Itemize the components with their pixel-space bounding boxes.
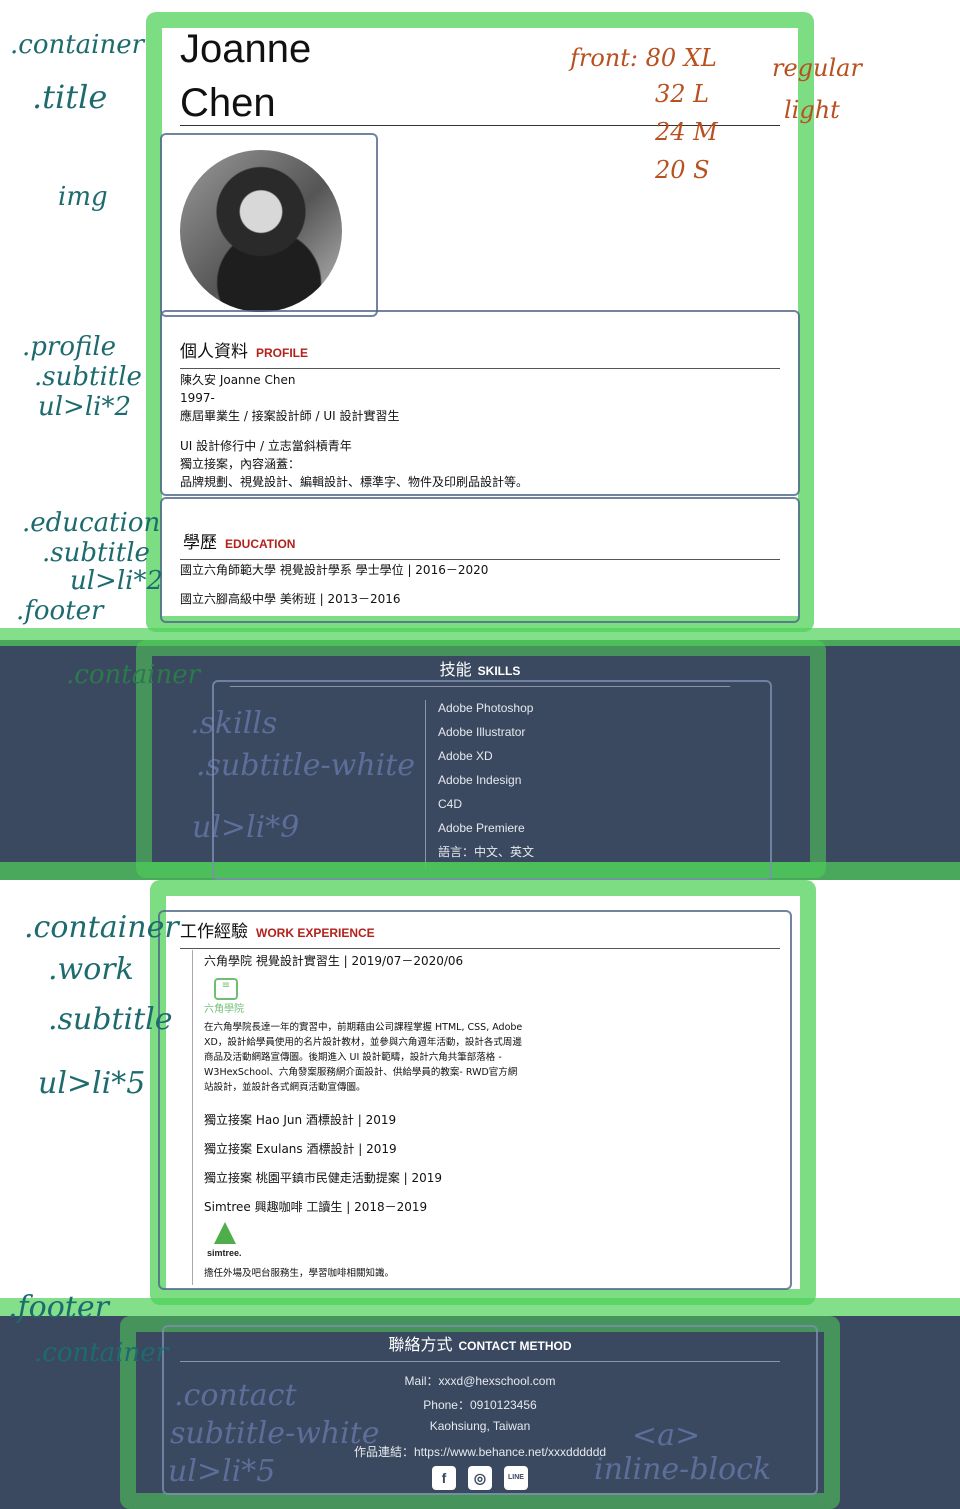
note-regular: regular (772, 54, 862, 82)
work-item: 獨立接案 Exulans 酒標設計 | 2019 (204, 1142, 397, 1156)
note-light: light (784, 96, 840, 124)
contact-subtitle: 聯絡方式 CONTACT METHOD (180, 1331, 780, 1362)
profile-subtitle: 個人資料 PROFILE (180, 337, 780, 369)
note-skills: .skills (190, 706, 278, 741)
note-img: img (58, 182, 108, 212)
highlight-band (0, 1298, 960, 1316)
page-title: Joanne Chen (180, 22, 311, 130)
work-description: 在六角學院長達一年的實習中，前期藉由公司課程掌握 HTML, CSS, Adob… (204, 1022, 523, 1093)
simtree-logo-label: simtree. (207, 1248, 242, 1258)
contact-title-zh: 聯絡方式 (388, 1335, 453, 1354)
education-item: 國立六角師範大學 視覺設計學系 學士學位 | 2016－2020 (180, 563, 489, 577)
education-title-en: EDUCATION (225, 537, 296, 551)
note-ul-li-9: ul>li*9 (192, 810, 300, 845)
note-title: .title (32, 78, 108, 116)
note-ul-li-2b: ul>li*2 (70, 566, 164, 596)
note-contact-subtitle: subtitle-white (170, 1416, 380, 1451)
note-inline-block: inline-block (594, 1452, 772, 1487)
education-subtitle: 學歷 EDUCATION (180, 528, 780, 560)
simtree-logo (214, 1222, 236, 1244)
work-item: 六角學院 視覺設計實習生 | 2019/07－2020/06 (204, 954, 464, 968)
instagram-icon[interactable]: ◎ (468, 1466, 492, 1490)
skill-item: 語言：中文、英文 (438, 845, 535, 859)
skills-title-en: SKILLS (477, 664, 521, 678)
profile-line: 1997- (180, 391, 215, 405)
profile-line: 品牌規劃、視覺設計、編輯設計、標準字、物件及印刷品設計等。 (180, 475, 529, 489)
skill-item: Adobe Photoshop (438, 701, 534, 715)
skills-list: Adobe Photoshop Adobe Illustrator Adobe … (425, 700, 534, 868)
note-edu-subtitle: .subtitle (42, 538, 150, 568)
work-item: Simtree 興趣咖啡 工讀生 | 2018－2019 (204, 1200, 428, 1214)
note-work-subtitle: .subtitle (48, 1002, 173, 1037)
note-font-2: 32 L (655, 80, 710, 108)
contact-title-en: CONTACT METHOD (458, 1339, 572, 1353)
education-title-zh: 學歷 (183, 533, 217, 553)
avatar (180, 150, 342, 312)
skills-title-zh: 技能 (439, 660, 472, 679)
profile-list-1: 陳久安 Joanne Chen 1997- 應屆畢業生 / 接案設計師 / UI… (180, 371, 399, 425)
education-item: 國立六腳高級中學 美術班 | 2013－2016 (180, 592, 401, 606)
note-contact: .contact (174, 1378, 297, 1413)
note-font-4: 20 S (655, 156, 710, 184)
note-container: .container (10, 30, 145, 60)
note-skills-container: .container (66, 660, 201, 690)
note-a-tag: <a> (632, 1418, 701, 1453)
skill-item: Adobe Premiere (438, 821, 525, 835)
note-ul-li-2: ul>li*2 (38, 392, 132, 422)
profile-line: 應屆畢業生 / 接案設計師 / UI 設計實習生 (180, 409, 400, 423)
note-font-3: 24 M (655, 118, 718, 146)
skills-subtitle: 技能 SKILLS (230, 656, 730, 687)
work-title-zh: 工作經驗 (180, 922, 248, 942)
work-subtitle: 工作經驗 WORK EXPERIENCE (180, 917, 780, 949)
note-footer-2: .footer (8, 1290, 109, 1325)
profile-line: UI 設計修行中 / 立志當斜槓青年 (180, 439, 352, 453)
profile-title-zh: 個人資料 (180, 342, 248, 362)
hexschool-logo-label: 六角學院 (204, 1004, 244, 1015)
note-subtitle-white: .subtitle-white (196, 748, 416, 783)
note-ul-li-5: ul>li*5 (38, 1066, 146, 1101)
note-footer-container: .container (34, 1338, 169, 1368)
name-line-1: Joanne (180, 27, 312, 71)
note-subtitle: .subtitle (34, 362, 142, 392)
profile-line: 獨立接案，內容涵蓋： (180, 457, 301, 471)
note-work: .work (48, 952, 134, 987)
note-profile: .profile (22, 332, 117, 362)
note-footer: .footer (16, 596, 104, 626)
work-description: 擔任外場及吧台服務生，學習咖啡相關知識。 (204, 1268, 395, 1279)
facebook-icon[interactable]: f (432, 1466, 456, 1490)
hexschool-logo: ≡ (214, 978, 238, 1000)
skill-item: Adobe Indesign (438, 773, 522, 787)
skill-item: Adobe XD (438, 749, 493, 763)
skill-item: C4D (438, 797, 463, 811)
note-font-1: front: 80 XL (570, 44, 717, 72)
work-item: 獨立接案 Hao Jun 酒標設計 | 2019 (204, 1113, 397, 1127)
name-line-2: Chen (180, 81, 276, 125)
work-item: 獨立接案 桃園平鎮市民健走活動提案 | 2019 (204, 1171, 443, 1185)
note-ul-li-5b: ul>li*5 (168, 1454, 276, 1489)
work-title-en: WORK EXPERIENCE (256, 926, 375, 940)
note-education: .education (22, 508, 161, 538)
profile-list-2: UI 設計修行中 / 立志當斜槓青年 獨立接案，內容涵蓋： 品牌規劃、視覺設計、… (180, 437, 528, 491)
skill-item: Adobe Illustrator (438, 725, 526, 739)
note-work-container: .container (24, 910, 179, 945)
line-icon[interactable]: LINE (504, 1466, 528, 1490)
profile-title-en: PROFILE (256, 346, 309, 360)
profile-line: 陳久安 Joanne Chen (180, 373, 296, 387)
